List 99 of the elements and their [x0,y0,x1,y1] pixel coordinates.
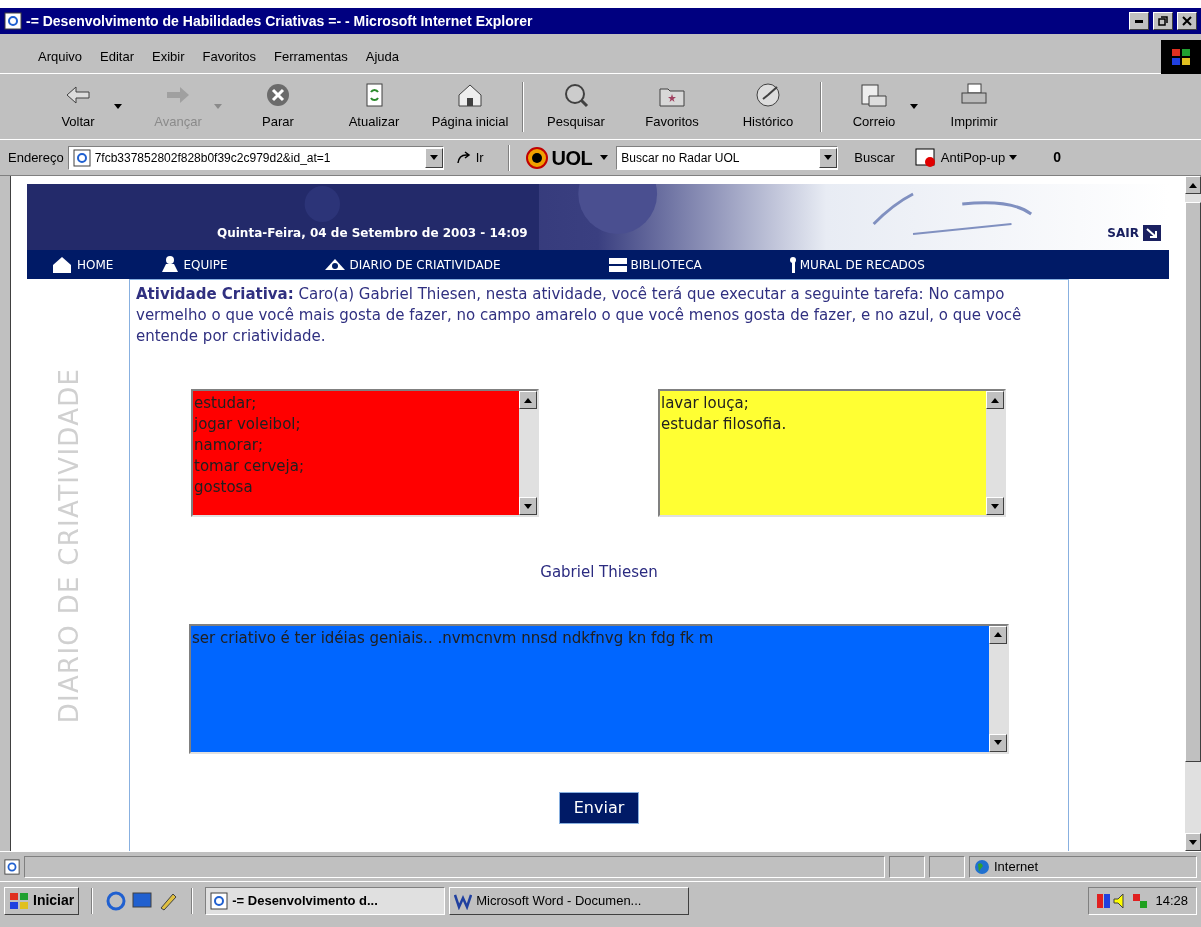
up-arrow-icon [994,632,1002,637]
dropdown-button[interactable] [819,147,838,168]
up-arrow-icon [524,397,532,403]
page-icon [210,891,229,910]
toolbar-button[interactable]: Parar [230,77,326,136]
menu-item[interactable]: Arquivo [38,46,83,67]
toolbar-button[interactable]: Favoritos [624,77,720,136]
logout-link[interactable]: SAIR [1107,224,1161,242]
clock-icon [753,81,783,108]
date-text: Quinta-Feira, 04 de Setembro de 2003 - 14:09 [217,225,528,242]
toolbar-button[interactable]: Histórico [720,77,816,136]
page-icon [72,148,91,167]
zone-label: Internet [994,857,1039,876]
minimize-button[interactable] [1129,12,1149,30]
browser-icon[interactable] [105,889,128,912]
uol-logo-icon [525,146,548,169]
down-arrow-icon [524,503,532,509]
menu-item[interactable]: Editar [100,46,135,67]
text-area[interactable]: lavar louça; estudar filosofia. [658,389,1006,517]
menu-item[interactable]: Favoritos [202,46,257,67]
status-panel [889,855,925,878]
up-arrow-icon [991,397,999,403]
book-icon [608,257,627,272]
nav-link[interactable]: DIARIO DE CRIATIVIDADE [323,255,501,274]
toolbar-button[interactable]: Página inicial [422,77,518,136]
address-label: Endereço [8,148,64,167]
mail-icon [859,81,889,108]
caret-icon[interactable] [114,104,122,109]
toolbar-button[interactable]: Voltar [30,77,126,136]
text-area[interactable]: estudar; jogar voleibol; namorar; tomar cerveja; gostosa [191,389,539,517]
instructions-text: Atividade Criativa: Caro(a) Gabriel Thiesen, nesta atividade, você terá que executar a seguinte tarefa: No campo vermelho o que você mais gosta de fazer, no campo amarelo o que você menos gosta de fazer, e no azul, o que você entende por criatividade. [136,284,1023,347]
page-scrollbar[interactable] [1185,176,1201,851]
nav-link[interactable]: MURAL DE RECADOS [789,255,925,274]
minimize-icon [1135,19,1143,23]
caret-shape-icon [910,104,918,109]
toolbar-button[interactable]: Atualizar [326,77,422,136]
start-button[interactable]: Iniciar [4,886,80,915]
down-arrow-icon [429,155,438,160]
scrollbar[interactable] [986,391,1004,515]
caret-icon [600,155,609,160]
close-button[interactable] [1177,12,1197,30]
window-title: -= Desenvolvimento de Habilidades Criativas =- - Microsoft Internet Explorer [26,11,534,31]
eye-icon [323,258,346,271]
toolbar-button[interactable]: Pesquisar [528,77,624,136]
dropdown-button[interactable] [424,147,443,168]
menu-item[interactable]: Ferramentas [274,46,348,67]
toolbar-button[interactable]: Imprimir [926,77,1022,136]
windows-logo-icon [9,891,29,910]
restore-icon [1158,16,1168,26]
blocked-count: 0 [1053,148,1061,167]
down-arrow-icon [824,155,833,160]
go-button[interactable]: Ir [447,147,492,168]
caret-icon [1009,155,1018,160]
text-line: estudar; [194,393,258,414]
nav-link[interactable]: HOME [51,255,114,274]
menu-item[interactable]: Ajuda [365,46,399,67]
clock-time: 14:28 [1155,891,1188,910]
down-arrow-icon [991,503,999,509]
student-name: Gabriel Thiesen [540,562,658,583]
taskbar-task[interactable]: Microsoft Word - Documen... [449,886,690,915]
text-line: lavar louça; [661,393,750,414]
go-arrow-icon [455,150,472,165]
pin-icon [789,256,796,273]
toolbar-button[interactable]: Correio [826,77,922,136]
address-field[interactable]: 7fcb337852802f828b0f39c2c979d2&id_at=1 [67,145,444,170]
text-line: tomar cerveja; [194,456,305,477]
search-button[interactable]: Buscar [854,147,895,168]
windows-logo-icon [1161,39,1201,74]
page-icon [4,858,20,875]
tray-icons-icon [1097,891,1148,910]
taskbar-task[interactable]: -= Desenvolvimento d... [205,886,446,915]
nav-link[interactable]: EQUIPE [161,255,228,274]
text-line: estudar filosofia. [661,414,788,435]
text-line: ser criativo é ter idéias geniais.. .nvmcnvm nnsd ndkfnvg kn fdg fk m [192,627,715,649]
house-icon [51,255,73,274]
status-panel [929,855,965,878]
globe-icon [974,858,990,875]
restore-button[interactable] [1153,12,1173,30]
search-field[interactable]: Buscar no Radar UOL [616,145,839,170]
page-icon [4,12,22,30]
down-arrow-icon [994,740,1002,745]
caret-shape-icon [214,104,222,109]
person-icon [161,256,180,273]
caret-icon[interactable] [910,104,918,109]
submit-button[interactable]: Enviar [558,791,640,824]
text-line: gostosa [194,477,254,498]
scrollbar[interactable] [989,625,1007,752]
caret-shape-icon [114,104,122,109]
up-arrow-icon [1189,182,1197,188]
close-icon [1182,16,1192,26]
scrollbar[interactable] [519,391,537,515]
nav-link[interactable]: BIBLIOTECA [608,255,702,274]
text-line: jogar voleibol; [194,414,302,435]
blocked-window-icon [914,147,937,168]
down-arrow-icon [1189,839,1197,845]
antipopup-button[interactable]: AntiPop-up [914,147,1018,168]
menu-item[interactable]: Exibir [152,46,185,67]
brand-label: UOL [551,145,593,171]
text-line: namorar; [194,435,265,456]
